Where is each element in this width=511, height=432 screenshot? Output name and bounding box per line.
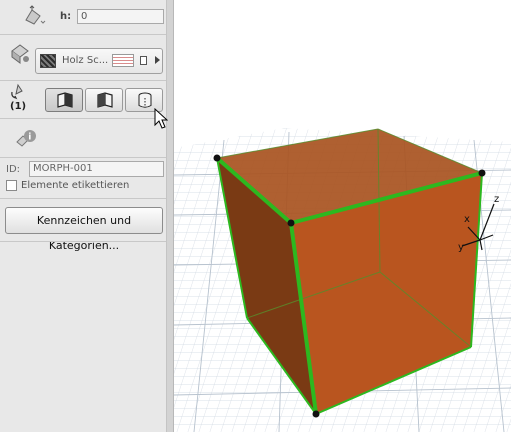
id-label: ID: — [6, 164, 21, 175]
material-settings-icon — [140, 56, 147, 65]
label-elements-text: Elemente etikettieren — [21, 180, 130, 191]
surface-override-icon — [8, 41, 34, 69]
material-preview-icon — [112, 54, 134, 67]
axis-x-label: x — [464, 214, 470, 225]
height-label: h: — [60, 11, 72, 22]
view-mode-front-button[interactable] — [45, 88, 83, 112]
categories-button[interactable]: Kennzeichen und Kategorien... — [5, 207, 163, 252]
material-name: Holz Sc... — [62, 55, 109, 66]
book-front-icon — [57, 92, 73, 108]
material-swatch-icon — [40, 54, 56, 68]
panel-splitter[interactable] — [166, 0, 174, 432]
cylinder-icon — [138, 92, 152, 108]
divider — [0, 80, 166, 81]
info-icon: i — [14, 128, 38, 154]
mouse-pointer-icon — [154, 108, 168, 129]
axis-z-label: z — [494, 194, 499, 205]
3d-viewport[interactable]: z x y — [174, 0, 511, 432]
divider — [0, 34, 166, 35]
id-input[interactable]: MORPH-001 — [29, 161, 164, 177]
divider — [0, 157, 166, 158]
book-side-icon — [97, 92, 113, 108]
elevation-icon — [22, 4, 48, 30]
view-mode-side-button[interactable] — [85, 88, 123, 112]
chevron-right-icon — [155, 56, 160, 64]
settings-panel: h: 0 Holz Sc... (1) i ID: MORPH-001 Elem… — [0, 0, 166, 432]
divider — [0, 241, 166, 242]
paint-count: (1) — [10, 101, 27, 112]
height-input[interactable]: 0 — [77, 9, 164, 24]
svg-text:i: i — [28, 133, 31, 143]
divider — [0, 198, 166, 199]
label-elements-checkbox[interactable] — [6, 180, 17, 191]
surface-material-picker[interactable]: Holz Sc... — [35, 48, 163, 74]
divider — [0, 118, 166, 119]
axis-y-label: y — [458, 242, 464, 253]
